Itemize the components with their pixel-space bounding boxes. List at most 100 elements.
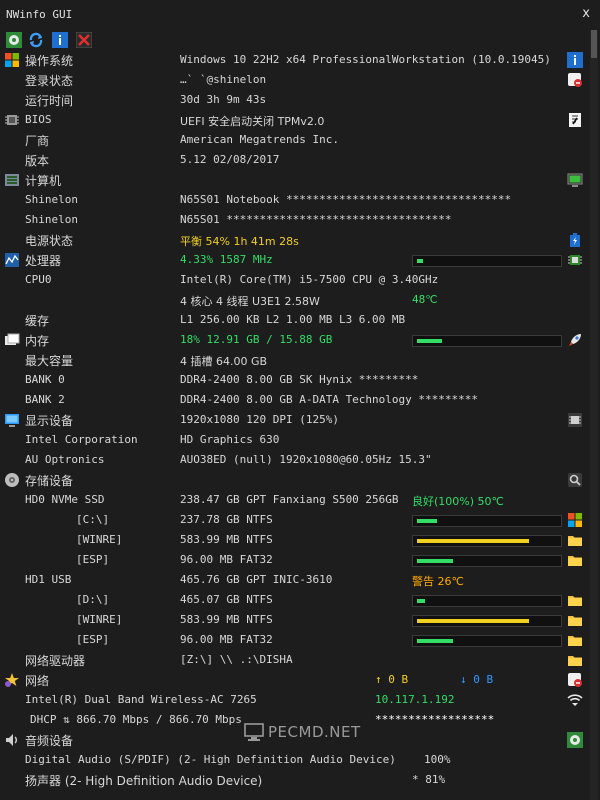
row-volume-d[interactable]: [D:\] 465.07 GB NTFS [0, 590, 588, 610]
folder-icon[interactable] [567, 612, 583, 628]
close-button[interactable]: x [582, 6, 590, 21]
scrollbar[interactable] [590, 30, 598, 800]
audio-settings-icon[interactable] [567, 732, 583, 748]
row-shinelon-2[interactable]: Shinelon N65S01 ************************… [0, 210, 588, 230]
about-button[interactable] [52, 32, 68, 48]
row-intel[interactable]: Intel Corporation HD Graphics 630 [0, 430, 588, 450]
row-auo[interactable]: AU Optronics AUO38ED (null) 1920x1080@60… [0, 450, 588, 470]
row-maxcap[interactable]: 最大容量 4 插槽 64.00 GB [0, 350, 588, 370]
exit-button[interactable] [75, 31, 93, 49]
row-shinelon-1[interactable]: Shinelon N65S01 Notebook ***************… [0, 190, 588, 210]
row-cores[interactable]: 4 核心 4 线程 U3E1 2.58W 48℃ [0, 290, 588, 310]
folder-icon[interactable] [567, 632, 583, 648]
hd1-health: 警告 26℃ [412, 575, 464, 588]
volume-d-value: 465.07 GB NTFS [180, 593, 273, 606]
folder-icon[interactable] [567, 552, 583, 568]
row-volume-c[interactable]: [C:\] 237.78 GB NTFS [0, 510, 588, 530]
gear-icon [6, 32, 22, 48]
network-drive-value: [Z:\] \\ .:\DISHA [180, 653, 293, 666]
info-icon [52, 32, 68, 48]
cpu-chart-icon [5, 253, 19, 267]
row-bank2[interactable]: BANK 2 DDR4-2400 8.00 GB A-DATA Technolo… [0, 390, 588, 410]
computer-label: 计算机 [25, 174, 62, 188]
hd1-value: 465.76 GB GPT INIC-3610 [180, 573, 333, 586]
scrollbar-thumb[interactable] [591, 30, 597, 58]
cpu-usage-bar [412, 255, 562, 267]
row-computer[interactable]: 计算机 [0, 170, 588, 190]
row-speaker[interactable]: 扬声器 (2- High Definition Audio Device) * … [0, 770, 588, 790]
row-vendor[interactable]: 厂商 American Megatrends Inc. [0, 130, 588, 150]
settings-gear-button[interactable] [6, 32, 22, 48]
folder-icon[interactable] [567, 592, 583, 608]
row-volume-esp-1[interactable]: [ESP] 96.00 MB FAT32 [0, 550, 588, 570]
row-volume-winre-2[interactable]: [WINRE] 583.99 MB NTFS [0, 610, 588, 630]
user-account-icon[interactable] [567, 72, 583, 88]
refresh-button[interactable] [28, 32, 44, 48]
row-version[interactable]: 版本 5.12 02/08/2017 [0, 150, 588, 170]
rocket-icon[interactable] [567, 332, 583, 348]
hd1-label: HD1 USB [25, 573, 72, 586]
battery-icon[interactable] [567, 232, 583, 248]
cache-label: 缓存 [25, 314, 50, 328]
bank0-value: DDR4-2400 8.00 GB SK Hynix ********* [180, 373, 419, 386]
gpu-icon[interactable] [567, 412, 583, 428]
speaker-volume: * 81% [412, 773, 446, 786]
display-label: 显示设备 [25, 414, 74, 428]
row-wifi[interactable]: Intel(R) Dual Band Wireless-AC 7265 10.1… [0, 690, 588, 710]
volume-c-value: 237.78 GB NTFS [180, 513, 273, 526]
volume-esp-label: [ESP] [76, 633, 110, 646]
folder-icon[interactable] [567, 532, 583, 548]
row-network[interactable]: 网络 ↑ 0 B ↓ 0 B [0, 670, 588, 690]
row-network-drive[interactable]: 网络驱动器 [Z:\] \\ .:\DISHA [0, 650, 588, 670]
volume-c-bar [412, 515, 562, 527]
row-audio[interactable]: 音频设备 [0, 730, 588, 750]
volume-c-fill [417, 519, 437, 523]
folder-icon[interactable] [567, 652, 583, 668]
row-bank0[interactable]: BANK 0 DDR4-2400 8.00 GB SK Hynix ******… [0, 370, 588, 390]
bios-label: BIOS [25, 113, 52, 126]
cpu0-value: Intel(R) Core(TM) i5-7500 CPU @ 3.40GHz [180, 273, 439, 286]
volume-d-fill [417, 599, 425, 603]
row-login[interactable]: 登录状态 …` `@shinelon [0, 70, 588, 90]
row-power[interactable]: 电源状态 平衡 54% 1h 41m 28s [0, 230, 588, 250]
bank2-value: DDR4-2400 8.00 GB A-DATA Technology ****… [180, 393, 479, 406]
volume-winre-label: [WINRE] [76, 533, 123, 546]
row-bios[interactable]: BIOS UEFI 安全启动关闭 TPMv2.0 [0, 110, 588, 130]
row-cpu[interactable]: 处理器 4.33% 1587 MHz [0, 250, 588, 270]
volume-winre-fill [417, 619, 529, 623]
monitor-icon[interactable] [567, 172, 583, 188]
row-hd0[interactable]: HD0 NVMe SSD 238.47 GB GPT Fanxiang S500… [0, 490, 588, 510]
row-memory[interactable]: 内存 18% 12.91 GB / 15.88 GB [0, 330, 588, 350]
row-spdif[interactable]: Digital Audio (S/PDIF) (2- High Definiti… [0, 750, 588, 770]
volume-winre-fill [417, 539, 529, 543]
volume-d-label: [D:\] [76, 593, 110, 606]
windows-logo-icon[interactable] [567, 512, 583, 528]
row-hd1[interactable]: HD1 USB 465.76 GB GPT INIC-3610 警告 26℃ [0, 570, 588, 590]
volume-esp-fill [417, 559, 453, 563]
window-title: NWinfo GUI [6, 8, 73, 21]
volume-winre-bar [412, 615, 562, 627]
uptime-value: 30d 3h 9m 43s [180, 93, 267, 106]
cache-value: L1 256.00 KB L2 1.00 MB L3 6.00 MB [180, 313, 406, 326]
row-storage[interactable]: 存储设备 [0, 470, 588, 490]
wifi-icon[interactable] [567, 692, 583, 708]
volume-winre-value: 583.99 MB NTFS [180, 613, 273, 626]
document-icon[interactable] [567, 112, 583, 128]
cpu-chip-icon[interactable] [567, 252, 583, 268]
row-volume-esp-2[interactable]: [ESP] 96.00 MB FAT32 [0, 630, 588, 650]
wifi-adapter-label: Intel(R) Dual Band Wireless-AC 7265 [25, 693, 257, 706]
disk-search-icon[interactable] [567, 472, 583, 488]
volume-d-bar [412, 595, 562, 607]
network-settings-icon[interactable] [567, 672, 583, 688]
row-cpu0[interactable]: CPU0 Intel(R) Core(TM) i5-7500 CPU @ 3.4… [0, 270, 588, 290]
storage-icon [5, 473, 19, 487]
row-volume-winre-1[interactable]: [WINRE] 583.99 MB NTFS [0, 530, 588, 550]
close-x-icon [75, 31, 93, 49]
info-icon[interactable] [567, 52, 583, 68]
row-os[interactable]: 操作系统 Windows 10 22H2 x64 ProfessionalWor… [0, 50, 588, 70]
row-uptime[interactable]: 运行时间 30d 3h 9m 43s [0, 90, 588, 110]
spdif-label: Digital Audio (S/PDIF) (2- High Definiti… [25, 753, 396, 766]
row-cache[interactable]: 缓存 L1 256.00 KB L2 1.00 MB L3 6.00 MB [0, 310, 588, 330]
memory-label: 内存 [25, 334, 50, 348]
row-display[interactable]: 显示设备 1920x1080 120 DPI (125%) [0, 410, 588, 430]
